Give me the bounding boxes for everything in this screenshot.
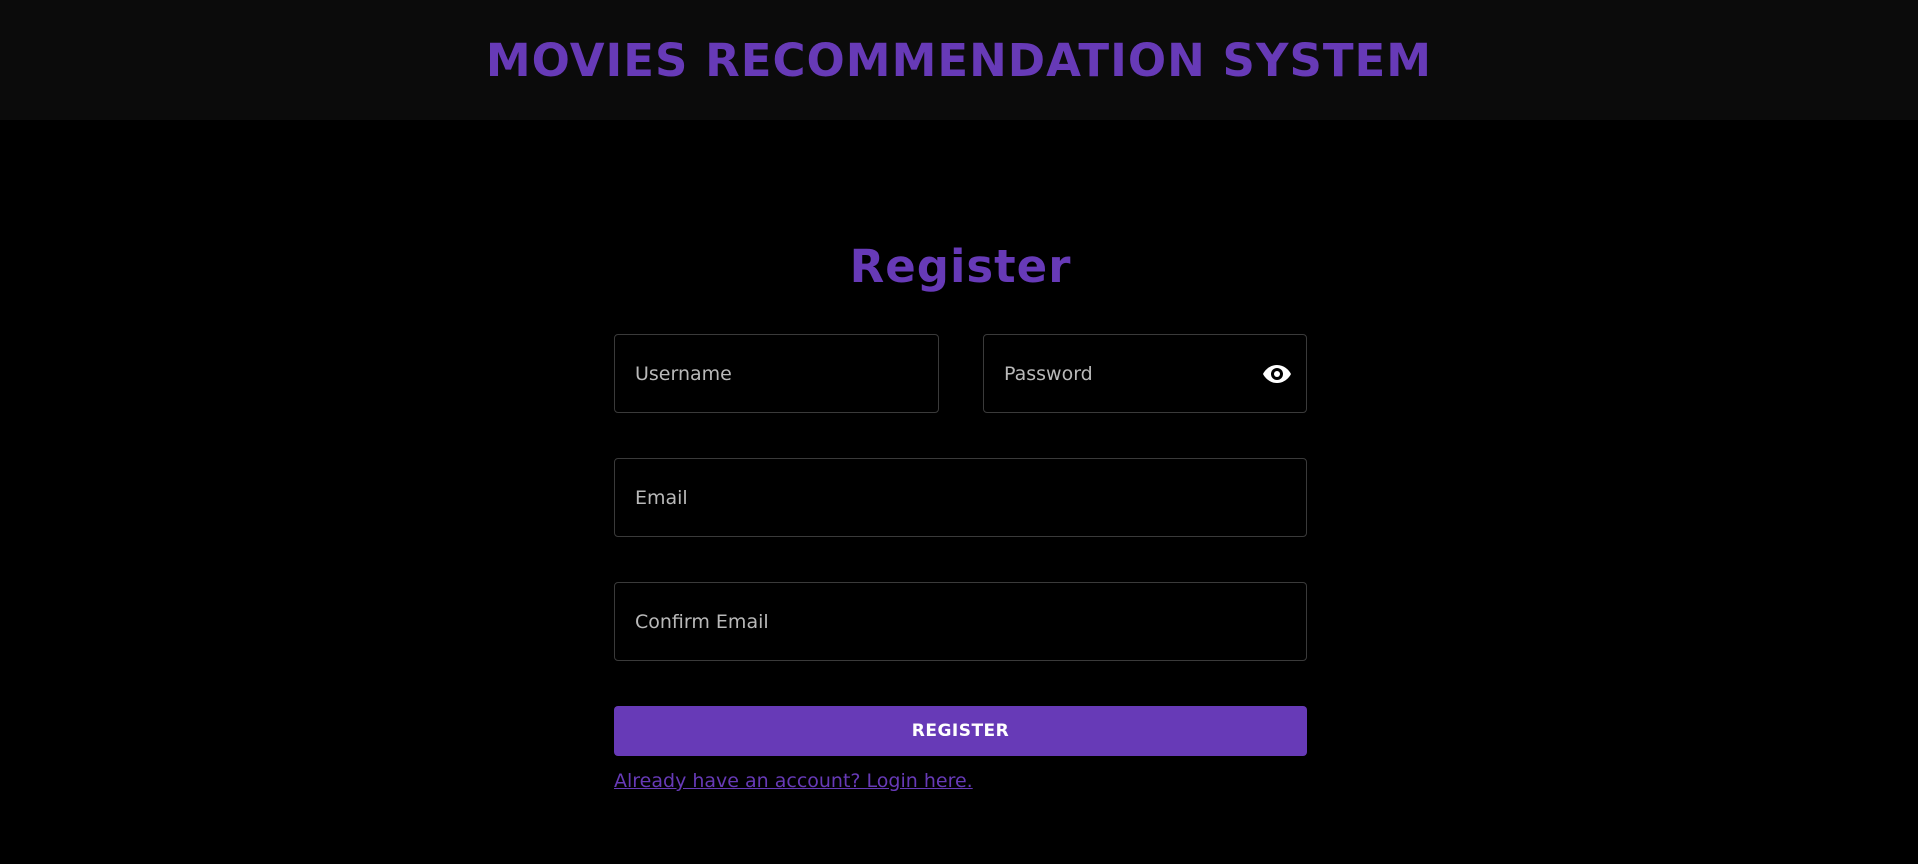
username-field: [614, 334, 939, 413]
app-title: MOVIES RECOMMENDATION SYSTEM: [485, 33, 1433, 87]
form-title: Register: [849, 240, 1072, 293]
login-link[interactable]: Already have an account? Login here.: [614, 770, 973, 792]
username-input[interactable]: [615, 335, 938, 412]
email-field: [614, 458, 1307, 537]
password-input[interactable]: [984, 335, 1306, 412]
password-field: [983, 334, 1307, 413]
eye-icon[interactable]: [1262, 363, 1292, 385]
email-input[interactable]: [615, 459, 1306, 536]
confirm-email-field: [614, 582, 1307, 661]
confirm-email-input[interactable]: [615, 583, 1306, 660]
register-button[interactable]: REGISTER: [614, 706, 1307, 756]
app-header: MOVIES RECOMMENDATION SYSTEM: [0, 0, 1918, 120]
